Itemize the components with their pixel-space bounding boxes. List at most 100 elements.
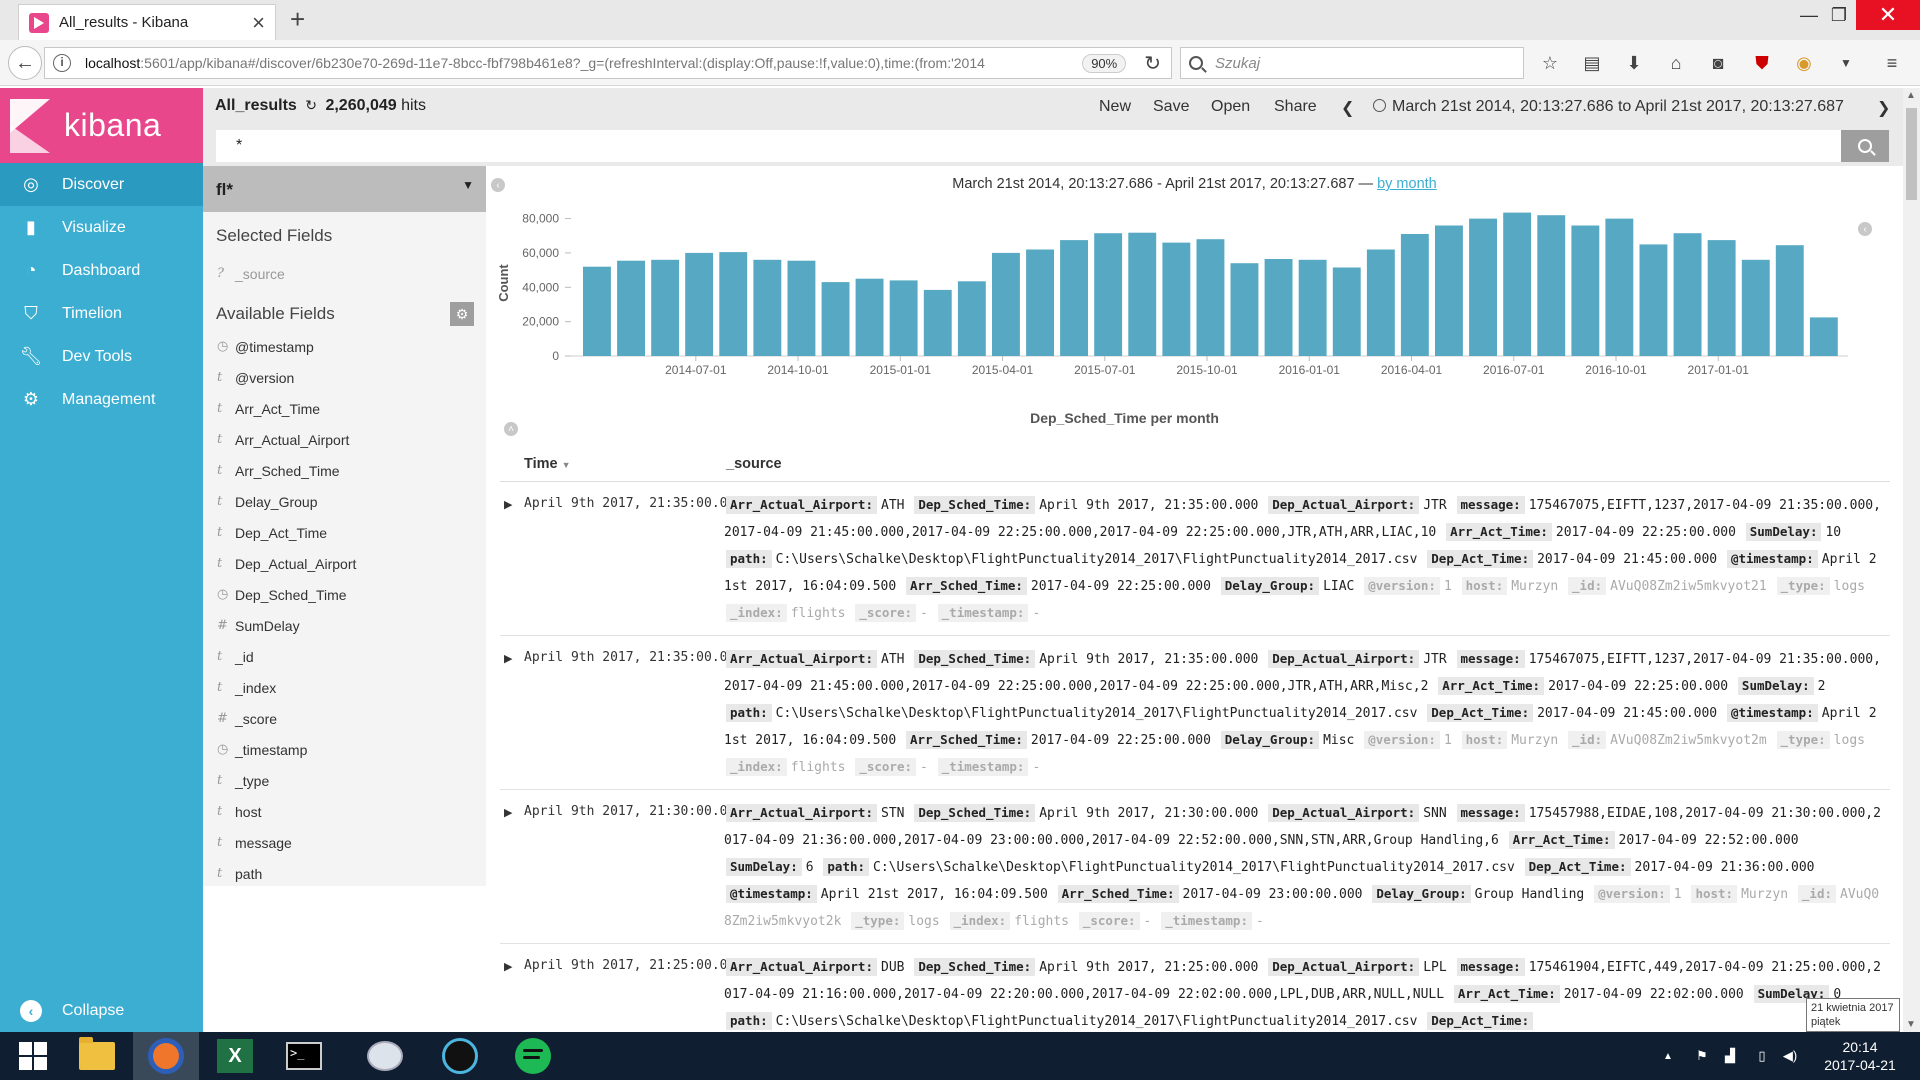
chart-bar[interactable]	[685, 252, 714, 356]
field-item[interactable]: ◷ Dep_Sched_Time	[203, 579, 486, 610]
time-column-header[interactable]: Time ▼	[524, 456, 571, 472]
field-item[interactable]: t Arr_Actual_Airport	[203, 424, 486, 455]
time-back-icon[interactable]: ❮	[1341, 98, 1354, 118]
table-row[interactable]: ▶ April 9th 2017, 21:30:00.000 Arr_Actual_…	[500, 790, 1890, 944]
field-item[interactable]: t _id	[203, 641, 486, 672]
scroll-up-icon[interactable]: ▲	[1906, 90, 1916, 101]
chart-bar[interactable]	[1026, 249, 1054, 357]
chart-bar[interactable]	[821, 282, 850, 356]
field-settings-gear-icon[interactable]: ⚙	[450, 302, 474, 326]
taskbar-firefox[interactable]	[133, 1032, 199, 1080]
network-icon[interactable]: ▟	[1720, 1046, 1740, 1066]
field-item[interactable]: ? _source	[203, 258, 486, 289]
field-item[interactable]: t Dep_Actual_Airport	[203, 548, 486, 579]
field-item[interactable]: t message	[203, 827, 486, 858]
save-button[interactable]: Save	[1153, 98, 1189, 116]
chart-bar[interactable]	[1673, 233, 1702, 356]
chart-bar[interactable]	[1162, 242, 1191, 356]
browser-tab[interactable]: All_results - Kibana ×	[18, 4, 276, 40]
chart-bar[interactable]	[1639, 244, 1668, 356]
chart-bar[interactable]	[1366, 249, 1395, 357]
volume-icon[interactable]: ◀)	[1780, 1046, 1800, 1066]
open-button[interactable]: Open	[1211, 98, 1250, 116]
chart-bar[interactable]	[923, 289, 952, 356]
hamburger-menu-icon[interactable]: ≡	[1880, 52, 1904, 74]
field-item[interactable]: t path	[203, 858, 486, 889]
chart-bar[interactable]	[617, 260, 645, 356]
home-icon[interactable]: ⌂	[1664, 52, 1688, 74]
chart-bar[interactable]	[787, 260, 816, 356]
field-item[interactable]: t Delay_Group	[203, 486, 486, 517]
nav-visualize[interactable]: ▮ Visualize	[0, 206, 203, 249]
field-item[interactable]: t _index	[203, 672, 486, 703]
chart-bar[interactable]	[651, 259, 680, 356]
taskbar-gitkraken[interactable]	[427, 1032, 493, 1080]
chart-bar[interactable]	[889, 280, 918, 356]
chart-bar[interactable]	[1775, 245, 1804, 356]
expand-row-icon[interactable]: ▶	[504, 498, 512, 511]
extension-dropdown-icon[interactable]: ▼	[1834, 52, 1858, 74]
taskbar-spotify[interactable]	[500, 1032, 566, 1080]
reading-list-icon[interactable]: ▤	[1580, 52, 1604, 74]
refresh-icon[interactable]: ↻	[305, 97, 317, 113]
chart-bar[interactable]	[1332, 267, 1361, 357]
action-flag-icon[interactable]: ⚑	[1692, 1046, 1712, 1066]
collapse-chart-icon[interactable]: ˄	[504, 422, 518, 436]
field-item[interactable]: t @version	[203, 362, 486, 393]
field-item[interactable]: t Arr_Sched_Time	[203, 455, 486, 486]
chart-bar[interactable]	[1128, 232, 1157, 356]
field-item[interactable]: t _type	[203, 765, 486, 796]
chart-bar[interactable]	[855, 278, 884, 356]
taskbar-file-explorer[interactable]	[64, 1032, 130, 1080]
query-submit-button[interactable]	[1841, 130, 1889, 162]
nav-dev-tools[interactable]: 🔧︎ Dev Tools	[0, 335, 203, 378]
chart-bar[interactable]	[992, 252, 1020, 356]
table-row[interactable]: ▶ April 9th 2017, 21:25:00.000 Arr_Actual_…	[500, 944, 1890, 1032]
close-tab-icon[interactable]: ×	[252, 11, 265, 34]
chart-bar[interactable]	[1264, 259, 1293, 356]
index-pattern-select[interactable]: fl* ▼	[203, 166, 486, 212]
extension-icon[interactable]: ◉	[1792, 52, 1816, 74]
expand-row-icon[interactable]: ▶	[504, 960, 512, 973]
chart-bar[interactable]	[1503, 212, 1532, 356]
query-input[interactable]: *	[216, 130, 1841, 162]
chart-bar[interactable]	[1060, 240, 1088, 356]
field-item[interactable]: t host	[203, 796, 486, 827]
start-button[interactable]	[0, 1032, 66, 1080]
chart-bar[interactable]	[1298, 259, 1327, 356]
url-text[interactable]: localhost:5601/app/kibana#/discover/6b23…	[85, 55, 1082, 71]
chart-bar[interactable]	[1469, 218, 1497, 356]
bookmark-star-icon[interactable]: ☆	[1538, 52, 1562, 74]
pocket-icon[interactable]: ◙	[1706, 52, 1730, 74]
nav-discover[interactable]: ◎ Discover	[0, 163, 203, 206]
chart-bar[interactable]	[1809, 317, 1838, 356]
chart-bar[interactable]	[1707, 240, 1736, 356]
collapse-sidebar-button[interactable]: ‹ Collapse	[0, 990, 203, 1032]
ublock-icon[interactable]: ⛊	[1750, 52, 1774, 74]
field-item[interactable]: # _score	[203, 703, 486, 734]
download-icon[interactable]: ⬇	[1622, 52, 1646, 74]
back-button[interactable]: ←	[8, 46, 42, 80]
nav-timelion[interactable]: ⛉ Timelion	[0, 292, 203, 335]
chart-bar[interactable]	[753, 259, 782, 356]
new-tab-button[interactable]: +	[290, 6, 305, 32]
site-info-icon[interactable]: i	[53, 54, 71, 72]
interval-link[interactable]: by month	[1377, 176, 1437, 192]
scroll-down-icon[interactable]: ▼	[1906, 1019, 1916, 1030]
chart-bar[interactable]	[719, 252, 748, 356]
table-row[interactable]: ▶ April 9th 2017, 21:35:00.000 Arr_Actual_…	[500, 636, 1890, 790]
nav-dashboard[interactable]: ◔ Dashboard	[0, 249, 203, 292]
expand-row-icon[interactable]: ▶	[504, 806, 512, 819]
nav-management[interactable]: ⚙ Management	[0, 378, 203, 421]
tray-overflow-icon[interactable]: ▲	[1658, 1046, 1678, 1066]
chart-bar[interactable]	[1230, 263, 1259, 356]
time-forward-icon[interactable]: ❯	[1877, 98, 1890, 118]
battery-icon[interactable]: ▯	[1752, 1046, 1772, 1066]
zoom-level[interactable]: 90%	[1082, 53, 1127, 73]
scroll-thumb[interactable]	[1906, 108, 1917, 200]
taskbar-command-prompt[interactable]: >_	[271, 1032, 337, 1080]
time-picker[interactable]: March 21st 2014, 20:13:27.686 to April 2…	[1373, 98, 1844, 116]
taskbar-paint[interactable]	[352, 1032, 418, 1080]
close-window-button[interactable]: ✕	[1856, 0, 1920, 30]
new-button[interactable]: New	[1099, 98, 1131, 116]
